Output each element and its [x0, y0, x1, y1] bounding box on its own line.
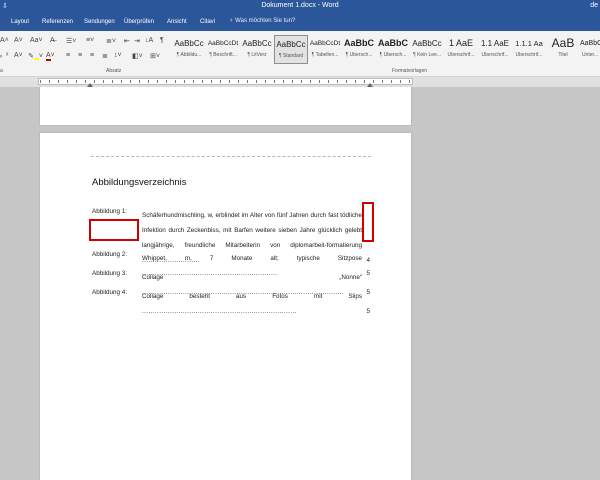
sort-icon[interactable]: ↓A: [145, 37, 153, 44]
entry-text: Whippet, m, 7 Monate alt; typische Sitzp…: [142, 255, 362, 262]
entry-label: Abbildung 4:: [92, 289, 128, 296]
entry-label: Abbildung 2:: [92, 251, 128, 258]
style-standard[interactable]: AaBbCc ¶ Standard: [274, 35, 308, 64]
entry-text: Collage besteht aus Fotos mit Slips: [142, 293, 362, 300]
page-current[interactable]: Abbildungsverzeichnis Abbildung 1: Schäf…: [39, 132, 412, 480]
style-untertitel[interactable]: AaBbCcDt Unter...: [580, 35, 600, 64]
increase-indent-icon[interactable]: ⇥: [134, 37, 140, 45]
entry-text: Collage „Nonne“: [142, 274, 362, 281]
tab-ueberpruefen[interactable]: Überprüfen: [124, 19, 154, 25]
style-litverz[interactable]: AaBbCc ¶ LitVerz: [240, 35, 274, 64]
title-bar: ⇩ Dokument 1.docx - Word de: [0, 0, 600, 13]
tab-layout[interactable]: Layout: [11, 19, 29, 25]
style-beschriftung[interactable]: AaBbCcDt ¶ Beschrift...: [206, 35, 240, 64]
font-size-shrink-icon[interactable]: A˅: [14, 37, 23, 44]
justify-icon[interactable]: ≣: [102, 52, 108, 60]
style-ueberschrift-a[interactable]: AaBbC ¶ Übersch...: [342, 35, 376, 64]
entry-label: Abbildung 3:: [92, 270, 128, 277]
styles-gallery: AaBbCc ¶ Abbildu... AaBbCcDt ¶ Beschrift…: [172, 35, 600, 64]
tab-citavi[interactable]: Citavi: [200, 19, 215, 25]
decrease-indent-icon[interactable]: ⇤: [124, 37, 130, 45]
line-spacing-icon[interactable]: ↕˅: [114, 52, 122, 59]
pilcrow-icon[interactable]: ¶: [160, 37, 164, 44]
document-title: Abbildungsverzeichnis: [92, 177, 187, 188]
highlight-icon[interactable]: ✎ ˅: [28, 52, 43, 60]
style-kein-leerraum[interactable]: AaBbCc ¶ Kein Lee...: [410, 35, 444, 64]
superscript-icon[interactable]: ˣ: [6, 52, 8, 59]
align-left-icon[interactable]: ≡: [66, 52, 70, 59]
group-label-absatz: Absatz: [106, 68, 122, 74]
font-color-icon[interactable]: A˅: [46, 52, 55, 61]
lightbulb-icon: ♀: [229, 18, 234, 24]
shading-icon[interactable]: ◧˅: [132, 52, 143, 60]
group-label-left: a: [0, 68, 3, 74]
entry-page: 5: [366, 308, 370, 315]
style-ueberschrift-1[interactable]: 1 AaE Überschrif...: [444, 35, 478, 64]
toc-entry-4[interactable]: Abbildung 4: Collage besteht aus Fotos m…: [92, 289, 370, 319]
tab-referenzen[interactable]: Referenzen: [42, 19, 73, 25]
tab-sendungen[interactable]: Sendungen: [84, 19, 115, 25]
annotation-box-left: [89, 219, 139, 241]
numbering-icon[interactable]: ≡˅: [86, 37, 94, 44]
style-titel[interactable]: AaB Titel: [546, 35, 580, 64]
horizontal-ruler[interactable]: [0, 77, 600, 87]
entry-label: Abbildung 1:: [92, 208, 128, 215]
style-ueberschrift-2[interactable]: 1.1 AaE Überschrif...: [478, 35, 512, 64]
style-ueberschrift-b[interactable]: AaBbC ¶ Übersch...: [376, 35, 410, 64]
font-size-grow-icon[interactable]: A˄: [0, 37, 9, 44]
ruler-ticks: [40, 80, 410, 83]
page-previous[interactable]: [39, 87, 412, 126]
align-right-icon[interactable]: ≡: [90, 52, 94, 59]
tell-me-text: Was möchten Sie tun?: [235, 18, 296, 24]
entry-text: Schäferhundmischling, w, erblindet im Al…: [142, 212, 362, 249]
annotation-box-right: [362, 202, 374, 242]
header-separator: [91, 156, 371, 157]
tell-me-search[interactable]: ♀ Was möchten Sie tun?: [229, 18, 295, 24]
style-tabellen[interactable]: AaBbCcDt ¶ Tabellen...: [308, 35, 342, 64]
align-center-icon[interactable]: ≡: [78, 52, 82, 59]
dot-leader: ........................................…: [142, 308, 297, 315]
subscript-icon[interactable]: ₓ: [0, 52, 2, 59]
group-label-formatvorlagen: Formatvorlagen: [392, 68, 428, 74]
clear-format-icon[interactable]: A̶: [50, 37, 55, 44]
multilevel-icon[interactable]: ≣˅: [106, 37, 116, 45]
borders-icon[interactable]: ⊞˅: [150, 52, 160, 60]
style-ueberschrift-3[interactable]: 1.1.1 Aa Überschrif...: [512, 35, 546, 64]
window-title: Dokument 1.docx - Word: [261, 2, 339, 9]
bullets-icon[interactable]: ☰˅: [66, 37, 76, 45]
text-effects-icon[interactable]: A˅: [14, 52, 23, 59]
ribbon-tabs: Layout Referenzen Sendungen Überprüfen A…: [0, 13, 600, 31]
user-account[interactable]: de: [590, 2, 598, 9]
case-icon[interactable]: Aa˅: [30, 37, 43, 44]
style-abbildung[interactable]: AaBbCc ¶ Abbildu...: [172, 35, 206, 64]
tab-ansicht[interactable]: Ansicht: [167, 19, 187, 25]
